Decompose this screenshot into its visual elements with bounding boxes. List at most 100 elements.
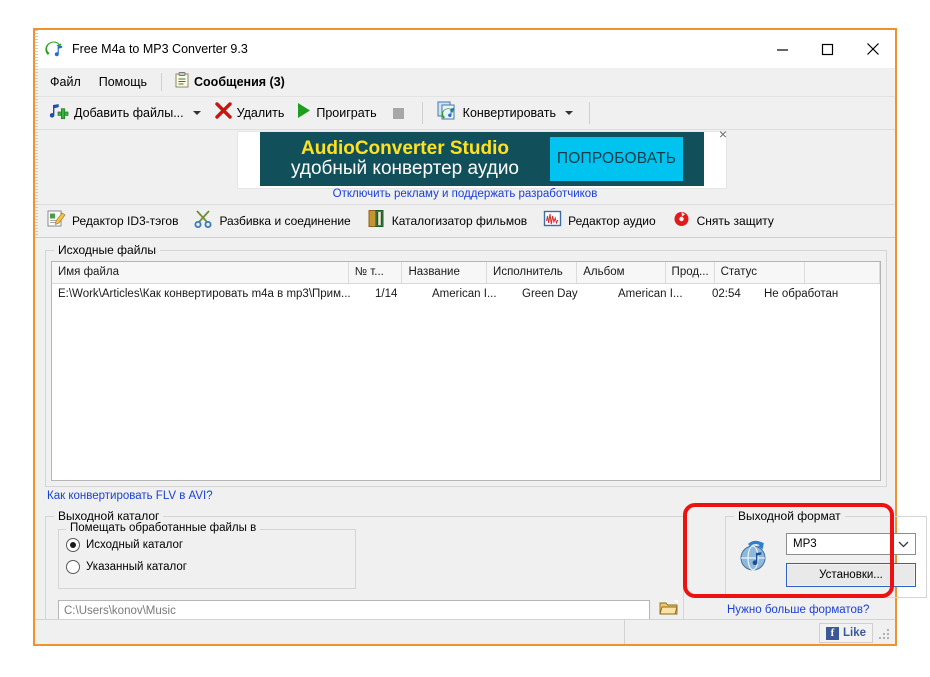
- cell-artist: Green Day: [522, 288, 578, 300]
- radio-source-dir-label: Исходный каталог: [86, 539, 184, 551]
- close-button[interactable]: [850, 30, 895, 68]
- settings-button[interactable]: Установки...: [786, 563, 916, 587]
- status-cell-1: [35, 620, 625, 644]
- flv-to-avi-link[interactable]: Как конвертировать FLV в AVI?: [47, 490, 213, 502]
- remove-label: Удалить: [236, 106, 285, 120]
- column-header-artist[interactable]: Исполнитель: [487, 262, 578, 283]
- ad-try-button[interactable]: ПОПРОБОВАТЬ: [550, 137, 683, 181]
- ad-title: AudioConverter Studio: [301, 138, 509, 160]
- output-format-label: Выходной формат: [734, 509, 845, 523]
- converter-app-icon: [44, 39, 64, 59]
- column-header-extra[interactable]: [805, 262, 880, 283]
- column-header-duration[interactable]: Прод...: [666, 262, 715, 283]
- window-title: Free M4a to MP3 Converter 9.3: [72, 42, 248, 56]
- place-files-label: Помещать обработанные файлы в: [66, 522, 261, 534]
- radio-specified-dir-label: Указанный каталог: [86, 561, 187, 573]
- format-globe-note-icon: [736, 539, 772, 575]
- column-header-status[interactable]: Статус: [715, 262, 805, 283]
- play-button[interactable]: Проиграть: [290, 99, 382, 127]
- stop-square-icon[interactable]: [392, 107, 404, 119]
- listview-header: Имя файла № т... Название Исполнитель Ал…: [52, 262, 880, 284]
- add-files-label: Добавить файлы...: [74, 106, 184, 120]
- tool-audio-editor-label: Редактор аудио: [568, 214, 656, 228]
- advertisement-zone: AudioConverter Studio удобный конвертер …: [35, 126, 895, 205]
- radio-source-dir-indicator[interactable]: [66, 538, 80, 552]
- chevron-down-icon[interactable]: [192, 111, 201, 115]
- ad-text: AudioConverter Studio удобный конвертер …: [260, 139, 550, 179]
- output-path-input[interactable]: C:\Users\konov\Music: [58, 600, 650, 621]
- browse-folder-button[interactable]: [659, 599, 679, 617]
- cell-title: American I...: [432, 288, 497, 300]
- output-format-group: Выходной формат MP3 Установки...: [725, 509, 927, 598]
- ad-close-icon[interactable]: ×: [719, 126, 727, 142]
- toolbar-separator: [421, 102, 423, 124]
- radio-source-dir[interactable]: Исходный каталог: [66, 538, 355, 552]
- play-label: Проиграть: [316, 106, 377, 120]
- play-triangle-icon: [296, 102, 311, 124]
- cell-duration: 02:54: [712, 288, 741, 300]
- tool-movie-catalog-label: Каталогизатор фильмов: [391, 214, 528, 228]
- column-header-title[interactable]: Название: [402, 262, 488, 283]
- more-formats-link[interactable]: Нужно больше форматов?: [727, 604, 869, 616]
- add-music-file-icon: [49, 102, 69, 125]
- ad-subtitle: удобный конвертер аудио: [290, 158, 520, 179]
- application-window: Free M4a to MP3 Converter 9.3 Файл Помощ…: [33, 28, 927, 646]
- ad-banner[interactable]: AudioConverter Studio удобный конвертер …: [260, 132, 704, 186]
- source-files-group: Исходные файлы Имя файла № т... Название…: [45, 243, 887, 487]
- cell-status: Не обработан: [764, 288, 839, 300]
- add-files-button[interactable]: Добавить файлы...: [43, 99, 209, 127]
- cell-track: 1/14: [375, 288, 398, 300]
- table-row[interactable]: E:\Work\Articles\Как конвертировать m4a …: [52, 284, 880, 304]
- convert-button[interactable]: Конвертировать: [431, 99, 581, 127]
- messages-tab-label: Сообщения (3): [194, 75, 285, 89]
- column-header-album[interactable]: Альбом: [577, 262, 666, 283]
- remove-button[interactable]: Удалить: [209, 99, 291, 127]
- source-files-label: Исходные файлы: [54, 243, 161, 257]
- status-bar: f Like: [35, 619, 895, 644]
- source-files-listview[interactable]: Имя файла № т... Название Исполнитель Ал…: [51, 261, 881, 481]
- chevron-down-icon[interactable]: [564, 111, 573, 115]
- convert-label: Конвертировать: [462, 106, 556, 120]
- disable-ads-link[interactable]: Отключить рекламу и поддержать разработч…: [35, 188, 895, 200]
- format-select[interactable]: MP3: [786, 533, 916, 555]
- facebook-f-icon: f: [825, 626, 839, 640]
- tools-toolbar: Редактор ID3-тэгов Разбивка и соединение: [35, 30, 895, 644]
- tool-movie-catalog[interactable]: Каталогизатор фильмов: [367, 209, 527, 233]
- main-body: Исходные файлы Имя файла № т... Название…: [35, 238, 927, 633]
- toolbar-separator-2: [588, 102, 590, 124]
- maximize-button[interactable]: [805, 30, 850, 68]
- tool-remove-protection[interactable]: Снять защиту: [672, 209, 774, 233]
- screenshot-root: Free M4a to MP3 Converter 9.3 Файл Помощ…: [0, 0, 930, 677]
- window-controls: [760, 30, 895, 68]
- film-catalog-icon: [367, 209, 386, 233]
- resize-grip[interactable]: [879, 629, 891, 641]
- menu-help[interactable]: Помощь: [90, 68, 156, 96]
- waveform-icon: [543, 209, 562, 233]
- title-bar: Free M4a to MP3 Converter 9.3: [35, 30, 895, 68]
- ad-container[interactable]: AudioConverter Studio удобный конвертер …: [238, 132, 726, 188]
- column-header-track[interactable]: № т...: [349, 262, 403, 283]
- red-cross-icon: [214, 102, 232, 124]
- menu-file[interactable]: Файл: [41, 68, 90, 96]
- tool-split-join[interactable]: Разбивка и соединение: [194, 209, 351, 233]
- radio-specified-dir-indicator[interactable]: [66, 560, 80, 574]
- broken-disc-icon: [672, 209, 691, 233]
- format-select-value: MP3: [793, 538, 817, 550]
- settings-button-label: Установки...: [819, 569, 883, 581]
- convert-icon: [437, 101, 458, 125]
- column-header-filename[interactable]: Имя файла: [52, 262, 349, 283]
- tool-split-join-label: Разбивка и соединение: [219, 214, 351, 228]
- tool-id3-editor[interactable]: Редактор ID3-тэгов: [47, 209, 178, 233]
- minimize-button[interactable]: [760, 30, 805, 68]
- cell-filename: E:\Work\Articles\Как конвертировать m4a …: [58, 288, 351, 300]
- clipboard-icon: [175, 71, 189, 93]
- tool-id3-editor-label: Редактор ID3-тэгов: [72, 214, 179, 228]
- tool-audio-editor[interactable]: Редактор аудио: [543, 209, 656, 233]
- facebook-like-button[interactable]: f Like: [818, 623, 873, 643]
- menu-bar: Файл Помощь Сообщения (3): [35, 30, 895, 644]
- radio-specified-dir[interactable]: Указанный каталог: [66, 560, 355, 574]
- place-files-group: Помещать обработанные файлы в Исходный к…: [58, 522, 356, 589]
- id3-tag-editor-icon: [47, 209, 66, 233]
- messages-tab[interactable]: Сообщения (3): [167, 69, 293, 95]
- chevron-down-icon: [898, 535, 909, 553]
